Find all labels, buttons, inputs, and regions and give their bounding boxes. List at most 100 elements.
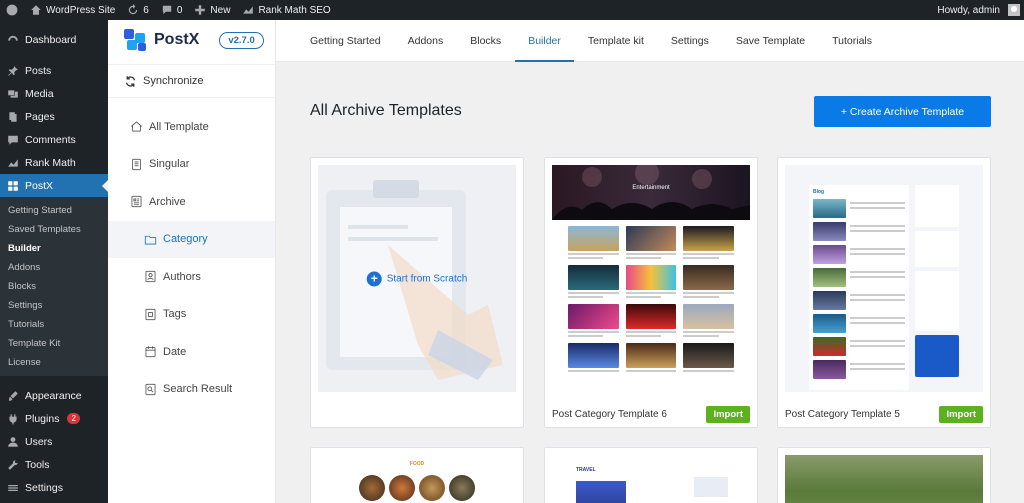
comments-count: 0 — [176, 4, 183, 16]
postx-submenu: Getting Started Saved Templates Builder … — [0, 197, 108, 376]
template-preview — [785, 455, 983, 503]
menu-item-pages[interactable]: Pages — [0, 105, 108, 128]
nav-label: Authors — [163, 270, 201, 283]
preview-banner: Entertainment — [552, 165, 750, 220]
preview-post — [625, 304, 677, 337]
template-card-food[interactable]: FOOD — [310, 447, 524, 503]
rank-math-link[interactable]: Rank Math SEO — [236, 0, 336, 20]
chart-icon — [243, 6, 254, 14]
submenu-getting-started[interactable]: Getting Started — [0, 201, 108, 220]
menu-item-media[interactable]: Media — [0, 82, 108, 105]
site-name-link[interactable]: WordPress Site — [24, 0, 121, 20]
preview-post — [813, 199, 905, 218]
home-icon — [31, 5, 41, 15]
menu-item-settings[interactable]: Settings — [0, 476, 108, 499]
tab-blocks[interactable]: Blocks — [457, 20, 515, 62]
import-button[interactable]: Import — [706, 405, 750, 423]
settings-icon — [8, 484, 18, 491]
nav-tags[interactable]: Tags — [108, 296, 275, 334]
nav-label: Archive — [149, 195, 186, 208]
start-from-scratch-button[interactable]: + Start from Scratch — [366, 271, 468, 286]
update-icon — [129, 4, 138, 15]
submenu-blocks[interactable]: Blocks — [0, 277, 108, 296]
tab-template-kit[interactable]: Template kit — [574, 20, 657, 62]
menu-label: Tools — [25, 458, 50, 471]
tab-builder[interactable]: Builder — [514, 20, 575, 62]
avatar — [1008, 4, 1020, 16]
preview-heading: Entertainment — [632, 185, 670, 191]
new-content-link[interactable]: New — [188, 0, 236, 20]
submenu-template-kit[interactable]: Template Kit — [0, 334, 108, 353]
seo-label: Rank Math SEO — [258, 4, 331, 16]
menu-item-users[interactable]: Users — [0, 430, 108, 453]
nav-search-result[interactable]: Search Result — [108, 371, 275, 409]
search-icon — [145, 383, 156, 395]
template-preview: TRAVEL — [552, 455, 750, 503]
menu-item-posts[interactable]: Posts — [0, 59, 108, 82]
template-name: Post Category Template 5 — [785, 408, 900, 420]
wp-logo-menu[interactable] — [0, 0, 24, 20]
synchronize-button[interactable]: Synchronize — [108, 64, 275, 98]
chart-icon — [8, 158, 18, 167]
comment-icon — [162, 5, 172, 15]
preview-post — [568, 343, 619, 372]
tab-settings[interactable]: Settings — [657, 20, 722, 62]
preview-blog-sidebar — [915, 185, 959, 390]
submenu-builder[interactable]: Builder — [0, 239, 108, 258]
nav-archive[interactable]: Archive — [108, 183, 275, 221]
menu-item-postx[interactable]: PostX — [0, 174, 108, 197]
comments-link[interactable]: 0 — [155, 0, 189, 20]
menu-item-appearance[interactable]: Appearance — [0, 384, 108, 407]
postx-logo-icon — [124, 29, 148, 51]
submenu-license[interactable]: License — [0, 353, 108, 372]
tab-save-template[interactable]: Save Template — [722, 20, 818, 62]
comment-icon — [8, 135, 18, 145]
nav-category[interactable]: Category — [108, 220, 275, 258]
submenu-settings[interactable]: Settings — [0, 296, 108, 315]
tab-tutorials[interactable]: Tutorials — [819, 20, 886, 62]
start-from-scratch-label: Start from Scratch — [386, 273, 468, 284]
menu-label: Appearance — [25, 389, 82, 402]
wordpress-icon — [6, 4, 18, 16]
account-menu[interactable]: Howdy, admin — [931, 0, 1024, 20]
users-icon — [8, 436, 18, 447]
tab-getting-started[interactable]: Getting Started — [310, 20, 394, 62]
nav-all-template[interactable]: All Template — [108, 108, 275, 146]
submenu-addons[interactable]: Addons — [0, 258, 108, 277]
template-name: Post Category Template 6 — [552, 408, 667, 420]
preview-post — [625, 226, 677, 259]
template-card-travel[interactable]: TRAVEL — [544, 447, 758, 503]
nav-date[interactable]: Date — [108, 333, 275, 371]
start-from-scratch-card[interactable]: + Start from Scratch — [310, 157, 524, 428]
admin-bar: WordPress Site 6 0 New Rank Math SEO How… — [0, 0, 1024, 20]
preview-post — [568, 265, 619, 298]
menu-label: Dashboard — [25, 33, 77, 46]
template-card-category-6[interactable]: Entertainment Post Category Template 6 I… — [544, 157, 758, 428]
media-icon — [8, 89, 18, 98]
create-archive-template-button[interactable]: + Create Archive Template — [814, 96, 991, 127]
menu-item-comments[interactable]: Comments — [0, 128, 108, 151]
menu-item-rank-math[interactable]: Rank Math — [0, 151, 108, 174]
nav-label: Search Result — [163, 383, 233, 396]
nav-singular[interactable]: Singular — [108, 146, 275, 184]
nav-authors[interactable]: Authors — [108, 258, 275, 296]
menu-item-tools[interactable]: Tools — [0, 453, 108, 476]
menu-label: Comments — [25, 133, 76, 146]
import-button[interactable]: Import — [939, 405, 983, 423]
template-card-nature[interactable] — [777, 447, 991, 503]
menu-item-dashboard[interactable]: Dashboard — [0, 28, 108, 51]
menu-item-plugins[interactable]: Plugins 2 — [0, 407, 108, 430]
builder-main: All Archive Templates + Create Archive T… — [276, 62, 1024, 503]
submenu-tutorials[interactable]: Tutorials — [0, 315, 108, 334]
menu-label: Users — [25, 435, 53, 448]
template-card-category-5[interactable]: Blog Post Category Template 5 Import — [777, 157, 991, 428]
updates-link[interactable]: 6 — [121, 0, 155, 20]
scratch-illustration: + Start from Scratch — [318, 165, 516, 392]
preview-post — [813, 245, 905, 264]
submenu-saved-templates[interactable]: Saved Templates — [0, 220, 108, 239]
tab-addons[interactable]: Addons — [394, 20, 457, 62]
preview-post-grid — [568, 226, 734, 372]
sync-icon — [125, 75, 136, 87]
nav-label: Date — [163, 345, 187, 358]
preview-post — [813, 268, 905, 287]
